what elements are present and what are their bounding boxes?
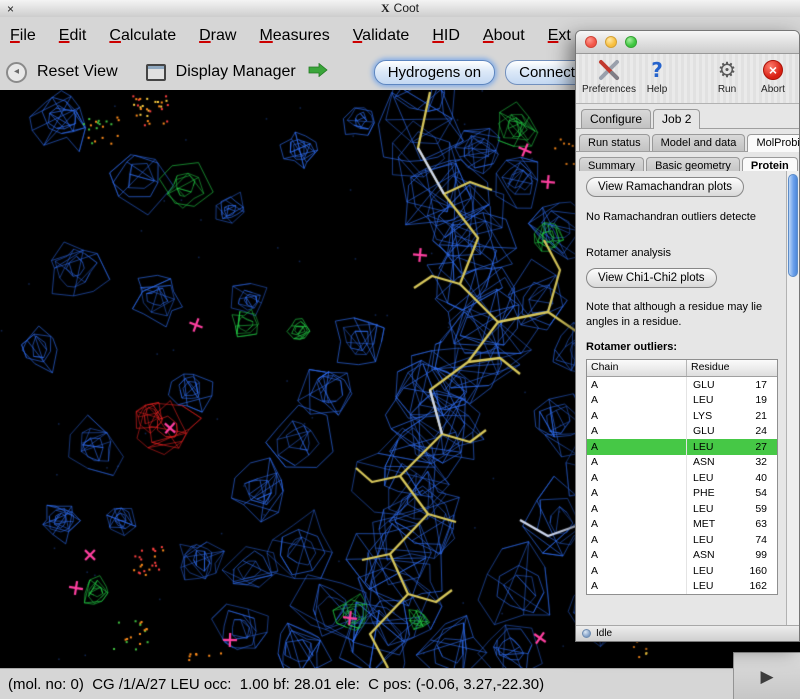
rotamer-analysis-label: Rotamer analysis: [586, 247, 782, 259]
coot-application: × XCoot File Edit Calculate Draw Measure…: [0, 0, 800, 699]
main-status-bar: (mol. no: 0) CG /1/A/27 LEU occ: 1.00 bf…: [0, 668, 800, 699]
molprobity-dialog: Preferences ? Help ⚙ Run × Abort Configu…: [575, 30, 800, 642]
rotamer-table-body: AGLU17ALEU19ALYS21AGLU24ALEU27AASN32ALEU…: [587, 377, 777, 594]
abort-button[interactable]: × Abort: [751, 57, 795, 95]
atom-status-text: (mol. no: 0) CG /1/A/27 LEU occ: 1.00 bf…: [8, 676, 544, 693]
run-button[interactable]: ⚙ Run: [707, 57, 747, 95]
table-row[interactable]: ALEU27: [587, 439, 777, 455]
preferences-tools-icon: [597, 57, 621, 83]
help-icon: ?: [651, 57, 663, 83]
tab-model-and-data[interactable]: Model and data: [652, 134, 746, 151]
table-row[interactable]: APHE54: [587, 486, 777, 502]
x11-logo-icon: X: [381, 1, 390, 15]
gear-icon: ⚙: [718, 57, 737, 83]
hydrogens-on-button[interactable]: Hydrogens on: [374, 60, 495, 85]
dialog-status-text: Idle: [596, 628, 612, 639]
view-ramachandran-plots-button[interactable]: View Ramachandran plots: [586, 177, 744, 197]
status-corner-panel: ▶: [733, 652, 800, 699]
window-title: XCoot: [0, 1, 800, 16]
table-row[interactable]: ALEU19: [587, 393, 777, 409]
menu-edit[interactable]: Edit: [59, 27, 87, 45]
dialog-zoom-icon[interactable]: [625, 36, 637, 48]
menu-validate[interactable]: Validate: [353, 27, 410, 45]
table-row[interactable]: ALEU40: [587, 470, 777, 486]
dialog-close-icon[interactable]: [585, 36, 597, 48]
dialog-scrollbar[interactable]: [786, 171, 799, 625]
scroll-right-icon[interactable]: ▶: [760, 667, 773, 687]
menu-hid[interactable]: HID: [432, 27, 460, 45]
view-chi1-chi2-plots-button[interactable]: View Chi1-Chi2 plots: [586, 268, 717, 288]
help-button[interactable]: ? Help: [640, 57, 674, 95]
table-header-row: Chain Residue: [587, 360, 777, 377]
reset-view-icon[interactable]: ◂: [6, 62, 27, 83]
tab-configure[interactable]: Configure: [581, 109, 651, 128]
display-manager-icon[interactable]: [146, 64, 166, 81]
preferences-button[interactable]: Preferences: [582, 57, 636, 95]
tab-job-2[interactable]: Job 2: [653, 109, 700, 129]
status-indicator-icon: [582, 629, 591, 638]
abort-icon: ×: [763, 60, 783, 80]
chain-column-header[interactable]: Chain: [587, 360, 687, 376]
table-row[interactable]: ALYS21: [587, 408, 777, 424]
menu-file[interactable]: File: [10, 27, 36, 45]
main-titlebar: × XCoot: [0, 0, 800, 18]
tab-molprobity[interactable]: MolProbit: [747, 134, 800, 152]
dialog-status-bar: Idle: [576, 625, 799, 641]
table-row[interactable]: ALEU74: [587, 532, 777, 548]
dialog-minimize-icon[interactable]: [605, 36, 617, 48]
table-row[interactable]: AASN32: [587, 455, 777, 471]
table-row[interactable]: AMET63: [587, 517, 777, 533]
menu-draw[interactable]: Draw: [199, 27, 236, 45]
menu-calculate[interactable]: Calculate: [109, 27, 176, 45]
ramachandran-message: No Ramachandran outliers detecte: [586, 211, 782, 223]
protein-tab-panel: View Ramachandran plots No Ramachandran …: [576, 171, 786, 625]
result-tabs: Run status Model and data MolProbit: [576, 129, 799, 152]
table-row[interactable]: ALEU59: [587, 501, 777, 517]
display-manager-button[interactable]: Display Manager: [176, 63, 296, 81]
residue-column-header[interactable]: Residue: [687, 360, 777, 376]
reset-view-button[interactable]: Reset View: [37, 63, 118, 81]
job-tabs: Configure Job 2: [576, 104, 799, 129]
dialog-titlebar: [576, 31, 799, 54]
menu-about[interactable]: About: [483, 27, 525, 45]
rotamer-outliers-label: Rotamer outliers:: [586, 341, 782, 353]
menu-extensions[interactable]: Ext: [548, 27, 571, 45]
table-row[interactable]: AGLU17: [587, 377, 777, 393]
rotamer-outliers-table: Chain Residue AGLU17ALEU19ALYS21AGLU24AL…: [586, 359, 778, 595]
rotamer-note-line2: angles in a residue.: [586, 316, 782, 328]
table-row[interactable]: ALEU162: [587, 579, 777, 595]
green-arrow-icon: [308, 63, 328, 82]
rotamer-note-line1: Note that although a residue may lie: [586, 301, 782, 313]
scrollbar-thumb[interactable]: [788, 174, 798, 277]
table-row[interactable]: ALEU160: [587, 563, 777, 579]
tab-run-status[interactable]: Run status: [579, 134, 650, 151]
table-row[interactable]: AASN99: [587, 548, 777, 564]
dialog-toolbar: Preferences ? Help ⚙ Run × Abort: [576, 54, 799, 104]
table-row[interactable]: AGLU24: [587, 424, 777, 440]
menu-measures[interactable]: Measures: [259, 27, 329, 45]
